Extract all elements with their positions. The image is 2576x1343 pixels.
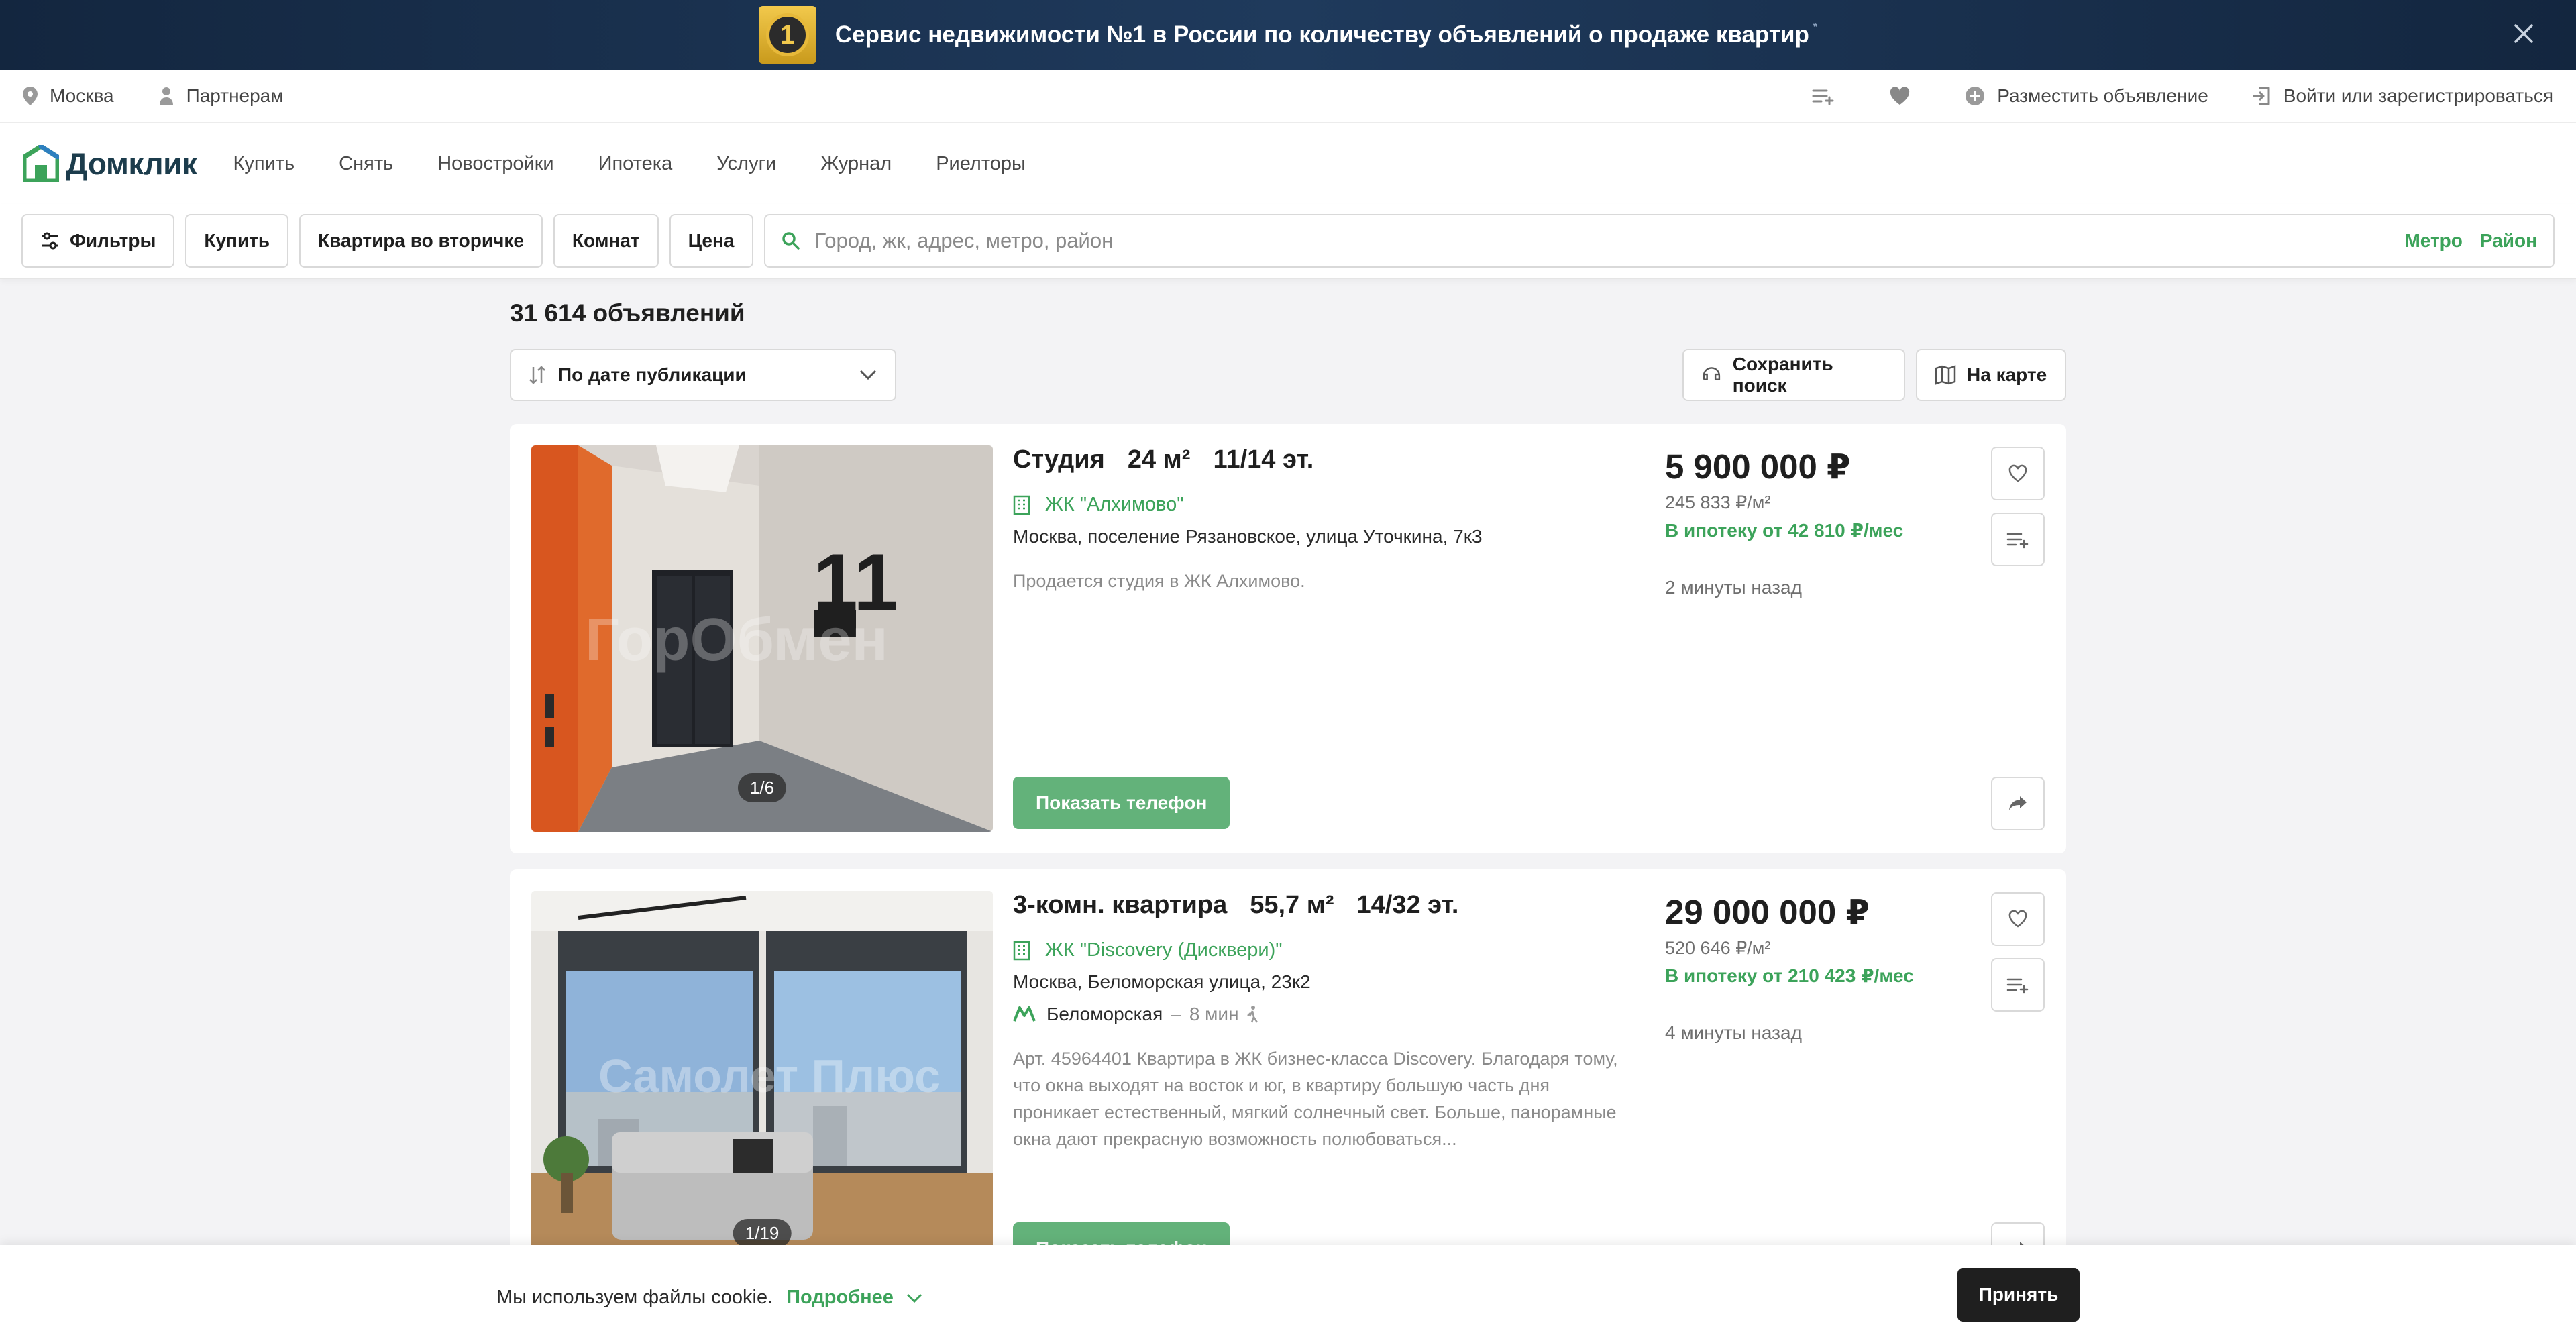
plus-circle-icon bbox=[1966, 87, 1985, 105]
metro-distance: 8 мин bbox=[1189, 1004, 1239, 1024]
accept-cookies-button[interactable]: Принять bbox=[1957, 1268, 2080, 1322]
price-per-m2: 520 646 ₽/м² bbox=[1665, 938, 1771, 958]
main-nav: Домклик Купить Снять Новостройки Ипотека… bbox=[0, 123, 2576, 204]
medal-icon: 1 bbox=[758, 6, 816, 64]
promo-footnote: * bbox=[1813, 21, 1818, 33]
login-link[interactable]: Войти или зарегистрироваться bbox=[2251, 85, 2553, 107]
favorite-button[interactable] bbox=[1991, 447, 2045, 500]
sliders-icon bbox=[42, 232, 58, 250]
photo-counter: 1/19 bbox=[733, 1219, 792, 1248]
listing-description: Арт. 45964401 Квартира в ЖК бизнес-класс… bbox=[1013, 1049, 1618, 1149]
nav-link-rent[interactable]: Снять bbox=[339, 153, 393, 175]
cookie-text: Мы используем файлы cookie. bbox=[496, 1287, 773, 1308]
search-input[interactable] bbox=[814, 229, 2385, 253]
building-icon bbox=[1013, 941, 1030, 960]
filters-button[interactable]: Фильтры bbox=[21, 214, 175, 268]
posted-time: 2 минуты назад bbox=[1665, 577, 1802, 598]
listing-address: Москва, Беломорская улица, 23к2 bbox=[1013, 971, 1311, 992]
login-icon bbox=[2252, 87, 2270, 105]
mortgage-offer[interactable]: В ипотеку от 42 810 ₽/мес bbox=[1665, 519, 1903, 541]
chevron-down-icon bbox=[859, 370, 877, 380]
photo-watermark: ГорОбмен bbox=[585, 606, 888, 674]
city-selector[interactable]: Москва bbox=[23, 85, 114, 107]
location-pin-icon bbox=[23, 87, 38, 105]
promo-text: Сервис недвижимости №1 в России по колич… bbox=[835, 21, 1818, 48]
house-logo-icon bbox=[23, 145, 59, 182]
listing-price: 5 900 000 ₽ bbox=[1665, 447, 1851, 486]
compare-list-icon bbox=[1812, 89, 1834, 105]
favorite-button[interactable] bbox=[1991, 892, 2045, 946]
photo-counter: 1/6 bbox=[737, 773, 787, 802]
metro-station: Беломорская bbox=[1046, 1004, 1163, 1024]
listing-price: 29 000 000 ₽ bbox=[1665, 893, 1870, 931]
map-icon bbox=[1935, 365, 1956, 385]
search-icon bbox=[782, 232, 800, 250]
listing-title[interactable]: Студия 24 м² 11/14 эт. bbox=[1013, 445, 1313, 474]
chevron-down-icon bbox=[906, 1293, 922, 1303]
post-ad-link[interactable]: Разместить объявление bbox=[1965, 85, 2208, 107]
save-search-button[interactable]: Сохранить поиск bbox=[1682, 349, 1905, 401]
heart-outline-icon bbox=[2008, 910, 2027, 928]
nav-link-realtors[interactable]: Риелторы bbox=[936, 153, 1026, 175]
metro-icon bbox=[1013, 1006, 1036, 1022]
share-icon bbox=[2009, 796, 2027, 810]
nav-link-services[interactable]: Услуги bbox=[716, 153, 776, 175]
compare-button[interactable] bbox=[1991, 958, 2045, 1012]
logo[interactable]: Домклик bbox=[23, 145, 197, 182]
listing-photo[interactable]: 11 ГорОбмен 1/6 bbox=[531, 445, 993, 832]
posted-time: 4 минуты назад bbox=[1665, 1022, 1802, 1043]
listing-address: Москва, поселение Рязановское, улица Уто… bbox=[1013, 526, 1483, 547]
cookie-more-link[interactable]: Подробнее bbox=[786, 1287, 923, 1309]
cookie-banner: Мы используем файлы cookie. Подробнее Пр… bbox=[0, 1245, 2576, 1343]
search-box: Метро Район bbox=[763, 214, 2555, 268]
deal-type-select[interactable]: Купить bbox=[185, 214, 289, 268]
show-phone-button[interactable]: Показать телефон bbox=[1013, 777, 1230, 829]
heart-icon bbox=[1890, 87, 1910, 105]
metro-link[interactable]: Метро bbox=[2404, 230, 2462, 252]
on-map-button[interactable]: На карте bbox=[1916, 349, 2066, 401]
user-icon bbox=[159, 87, 173, 105]
nav-link-journal[interactable]: Журнал bbox=[820, 153, 892, 175]
heart-outline-icon bbox=[2008, 464, 2027, 482]
sort-select[interactable]: По дате публикации bbox=[510, 349, 896, 401]
share-button[interactable] bbox=[1991, 777, 2045, 830]
price-per-m2: 245 833 ₽/м² bbox=[1665, 492, 1771, 513]
property-type-select[interactable]: Квартира во вторичке bbox=[299, 214, 543, 268]
filter-bar: Фильтры Купить Квартира во вторичке Комн… bbox=[0, 204, 2576, 279]
favorites-button[interactable] bbox=[1890, 87, 1922, 105]
complex-link[interactable]: ЖК "Discovery (Дисквери)" bbox=[1013, 939, 1283, 961]
partners-link[interactable]: Партнерам bbox=[158, 85, 284, 107]
listing-photo[interactable]: Самолет Плюс 1/19 bbox=[531, 891, 993, 1277]
nav-link-new-buildings[interactable]: Новостройки bbox=[437, 153, 553, 175]
listing-title[interactable]: 3-комн. квартира 55,7 м² 14/32 эт. bbox=[1013, 891, 1458, 920]
walking-icon bbox=[1246, 1006, 1258, 1023]
complex-link[interactable]: ЖК "Алхимово" bbox=[1013, 494, 1184, 516]
results-count: 31 614 объявлений bbox=[510, 299, 745, 327]
compare-list-button[interactable] bbox=[1812, 87, 1847, 105]
rooms-select[interactable]: Комнат bbox=[553, 214, 659, 268]
compare-button[interactable] bbox=[1991, 513, 2045, 566]
utility-bar: Москва Партнерам Разместить объявление В… bbox=[0, 70, 2576, 123]
photo-watermark: Самолет Плюс bbox=[598, 1050, 941, 1102]
compare-add-icon bbox=[2006, 978, 2029, 994]
listing-card[interactable]: Самолет Плюс 1/19 3-комн. квартира 55,7 … bbox=[510, 869, 2066, 1299]
close-icon[interactable] bbox=[2509, 19, 2538, 48]
price-select[interactable]: Цена bbox=[669, 214, 753, 268]
listing-description: Продается студия в ЖК Алхимово. bbox=[1013, 571, 1305, 591]
subscribe-icon bbox=[1703, 367, 1721, 380]
listing-card[interactable]: 11 ГорОбмен 1/6 Студия 24 м² 11/14 эт. Ж… bbox=[510, 424, 2066, 853]
sort-icon bbox=[529, 366, 545, 384]
district-link[interactable]: Район bbox=[2480, 230, 2537, 252]
metro-info: Беломорская – 8 мин bbox=[1013, 1004, 1259, 1025]
mortgage-offer[interactable]: В ипотеку от 210 423 ₽/мес bbox=[1665, 965, 1914, 987]
promo-banner: 1 Сервис недвижимости №1 в России по кол… bbox=[0, 0, 2576, 70]
building-icon bbox=[1013, 495, 1030, 515]
nav-link-mortgage[interactable]: Ипотека bbox=[598, 153, 673, 175]
compare-add-icon bbox=[2006, 533, 2029, 549]
nav-link-buy[interactable]: Купить bbox=[233, 153, 294, 175]
